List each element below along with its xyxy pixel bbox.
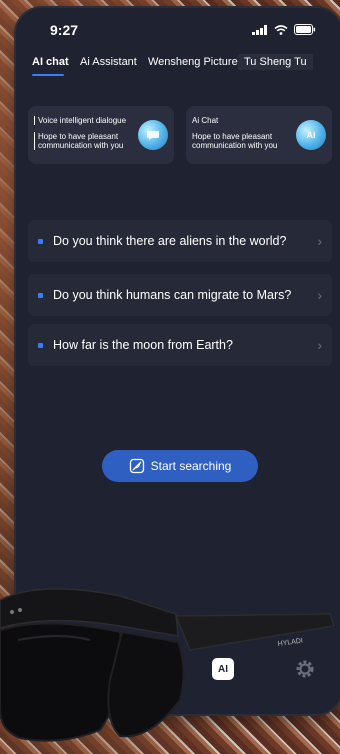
- bullet-icon: [38, 342, 43, 348]
- voice-chat-bubble-icon: [138, 120, 168, 150]
- tab-ai-assistant[interactable]: Ai Assistant: [80, 54, 137, 70]
- sunglasses-product-image: HYLADI: [0, 588, 335, 742]
- question-item[interactable]: Do you think there are aliens in the wor…: [28, 220, 332, 262]
- tab-tu-sheng-tu[interactable]: Tu Sheng Tu: [238, 54, 313, 70]
- card-description: Hope to have pleasant communication with…: [34, 132, 134, 150]
- chevron-right-icon: ›: [317, 287, 322, 303]
- brand-label: HYLADI: [277, 638, 303, 648]
- question-text: Do you think there are aliens in the wor…: [53, 234, 287, 248]
- question-item[interactable]: How far is the moon from Earth? ›: [28, 324, 332, 366]
- wifi-icon: [274, 24, 288, 35]
- ai-chat-bubble-icon: Ai: [296, 120, 326, 150]
- tab-ai-chat[interactable]: AI chat: [32, 54, 69, 70]
- card-description: Hope to have pleasant communication with…: [192, 132, 278, 150]
- question-text: How far is the moon from Earth?: [53, 338, 233, 352]
- signal-icon: [252, 24, 267, 35]
- card-title: Ai Chat: [192, 116, 219, 125]
- question-text: Do you think humans can migrate to Mars?: [53, 288, 292, 302]
- card-title: Voice intelligent dialogue: [34, 116, 126, 125]
- card-voice-dialogue[interactable]: Voice intelligent dialogue Hope to have …: [28, 106, 174, 164]
- tab-bar: AI chat Ai Assistant Wensheng Picture Tu…: [16, 54, 340, 82]
- status-icons: [252, 24, 316, 35]
- bullet-icon: [38, 238, 43, 244]
- status-time: 9:27: [50, 22, 79, 38]
- tab-wensheng-picture[interactable]: Wensheng Picture: [148, 54, 238, 70]
- chevron-right-icon: ›: [317, 233, 322, 249]
- start-searching-label: Start searching: [150, 459, 232, 473]
- status-bar: 9:27: [16, 8, 340, 48]
- chevron-right-icon: ›: [317, 337, 322, 353]
- card-ai-chat[interactable]: Ai Chat Hope to have pleasant communicat…: [186, 106, 332, 164]
- search-leaf-icon: [129, 458, 144, 474]
- question-item[interactable]: Do you think humans can migrate to Mars?…: [28, 274, 332, 316]
- start-searching-button[interactable]: Start searching: [102, 450, 258, 482]
- bullet-icon: [38, 292, 43, 298]
- battery-icon: [294, 24, 316, 35]
- active-tab-indicator: [32, 74, 64, 76]
